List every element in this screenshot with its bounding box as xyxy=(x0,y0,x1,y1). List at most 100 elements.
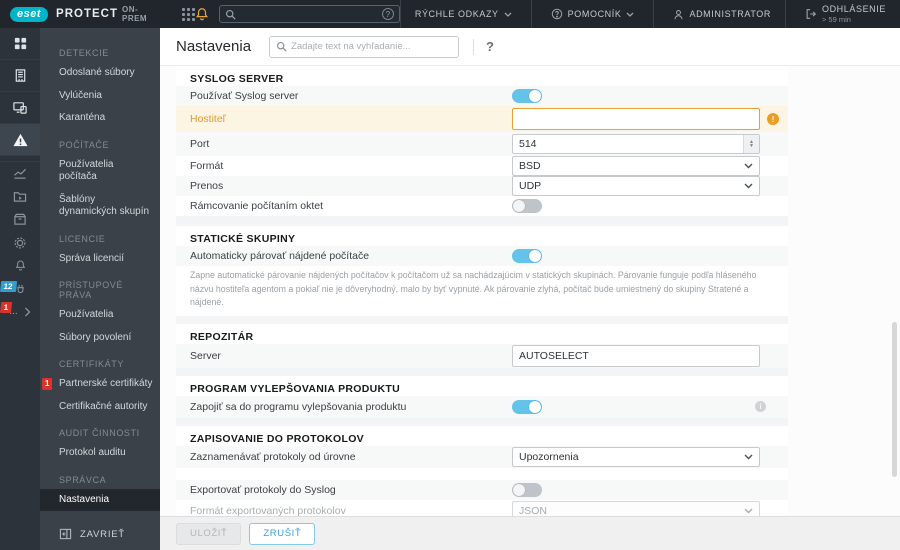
settings-search xyxy=(269,35,460,58)
sidebar-item-odoslan-s-bory[interactable]: Odoslané súbory xyxy=(40,62,160,85)
rail-detections-icon[interactable] xyxy=(0,124,40,156)
top-bar: eset PROTECT ON-PREM ? RÝCHLE ODKAZY POM… xyxy=(0,0,900,28)
rail-reports-icon[interactable] xyxy=(0,162,40,185)
use-syslog-toggle[interactable] xyxy=(512,89,542,103)
setting-label: Prenos xyxy=(190,180,224,192)
sidebar-section-title: DETEKCIE xyxy=(59,48,109,58)
setting-label: Formát xyxy=(190,160,224,172)
help-menu[interactable]: POMOCNÍK xyxy=(530,0,654,28)
setting-label: Používať Syslog server xyxy=(190,90,299,102)
rail-status-overview-icon[interactable]: 12 xyxy=(0,277,40,300)
logout-button[interactable]: ODHLÁSENIE > 59 min xyxy=(784,0,900,28)
help-circle-icon xyxy=(551,8,562,20)
setting-row-auto-pair: Automaticky párovať nájdené počítače xyxy=(176,246,788,266)
format-select[interactable]: BSD xyxy=(512,156,760,176)
save-button[interactable]: ULOŽIŤ xyxy=(176,522,242,545)
section-title: SYSLOG SERVER xyxy=(190,73,284,85)
brand-logo: eset PROTECT ON-PREM xyxy=(10,5,156,23)
global-search: ? xyxy=(218,5,400,23)
sidebar-item-nastavenia[interactable]: Nastavenia xyxy=(40,488,160,511)
rail-tasks-icon[interactable] xyxy=(0,185,40,208)
sidebar-section-title: AUDIT ČINNOSTI xyxy=(59,428,140,438)
host-input[interactable] xyxy=(512,108,760,130)
sidebar-nav: DETEKCIE Odoslané súbory Vylúčenia Karantén… xyxy=(40,38,160,511)
page-header: Nastavenia ? xyxy=(160,28,900,66)
number-stepper[interactable]: ▲ ▼ xyxy=(743,135,759,153)
sidebar-item--abl-ny-dynamick-ch-skup-n[interactable]: Šablóny dynamických skupín xyxy=(40,189,160,224)
auto-pair-toggle[interactable] xyxy=(512,249,542,263)
rail-computers-icon[interactable] xyxy=(0,92,40,124)
sidebar-section-title: LICENCIE xyxy=(59,233,106,244)
rail-more-button[interactable]: 1 ... xyxy=(0,300,40,323)
info-icon[interactable]: i xyxy=(755,401,766,413)
quick-links-menu[interactable]: RÝCHLE ODKAZY xyxy=(399,0,531,28)
settings-search-input[interactable] xyxy=(291,41,453,52)
search-icon xyxy=(277,41,287,52)
page-help-icon[interactable]: ? xyxy=(486,39,494,54)
setting-label: Server xyxy=(190,349,221,362)
setting-label: Port xyxy=(190,138,210,150)
sidebar-item-partnersk-certifik-ty[interactable]: Partnerské certifikáty 1 xyxy=(40,373,160,396)
product-name: PROTECT xyxy=(56,8,118,20)
global-search-input[interactable] xyxy=(235,8,382,20)
sidebar-item-vyl-enia[interactable]: Vylúčenia xyxy=(40,85,160,108)
sidebar-item-pou-vatelia-po-ta-a[interactable]: Používatelia počítača xyxy=(40,154,160,189)
search-help-icon[interactable]: ? xyxy=(381,8,394,20)
export-syslog-toggle[interactable] xyxy=(512,482,542,497)
repository-server-input[interactable] xyxy=(512,344,760,367)
export-format-select: JSON xyxy=(512,500,760,516)
product-edition: ON-PREM xyxy=(121,5,148,23)
setting-row-transport: Prenos UDP xyxy=(176,176,788,196)
port-input[interactable] xyxy=(512,134,760,154)
vertical-scrollbar-thumb[interactable] xyxy=(892,322,897,477)
setting-row-export-format: Formát exportovaných protokolov JSON xyxy=(176,500,788,516)
join-program-toggle[interactable] xyxy=(512,399,542,414)
setting-row-host: Hostiteľ ! xyxy=(176,106,788,132)
sidebar-item-pou-vatelia[interactable]: Používatelia xyxy=(40,304,160,327)
setting-label: Zaznamenávať protokoly od úrovne xyxy=(190,450,356,463)
sidebar-submenu: DETEKCIE Odoslané súbory Vylúčenia Karantén… xyxy=(40,28,160,550)
icon-rail: 12 1 ... xyxy=(0,28,40,550)
validation-warning-icon: ! xyxy=(767,113,779,125)
sidebar-item-protokol-auditu[interactable]: Protokol auditu xyxy=(40,442,160,465)
more-badge: 1 xyxy=(0,302,13,313)
section-repository: REPOZITÁR Server xyxy=(176,323,788,368)
transport-select[interactable]: UDP xyxy=(512,176,760,196)
sidebar-item-certifika-n-autority[interactable]: Certifikačné autority xyxy=(40,396,160,419)
sidebar-item-spr-va-licenci-[interactable]: Správa licencií xyxy=(40,248,160,271)
logout-timer: > 59 min xyxy=(821,14,851,24)
setting-row-join-program: Zapojiť sa do programu vylepšovania prod… xyxy=(176,395,788,418)
section-syslog-server: SYSLOG SERVER Používať Syslog server Hos… xyxy=(176,66,788,216)
framing-toggle[interactable] xyxy=(512,199,542,213)
notifications-bell-icon[interactable] xyxy=(195,7,209,21)
section-logging: ZAPISOVANIE DO PROTOKOLOV Zaznamenávať p… xyxy=(176,425,788,516)
user-icon xyxy=(674,9,684,19)
rail-dashboard-icon[interactable] xyxy=(0,28,40,60)
sidebar-item-s-bory-povolen-[interactable]: Súbory povolení xyxy=(40,327,160,350)
status-badge: 12 xyxy=(0,281,18,292)
chevron-down-icon xyxy=(744,183,753,189)
rail-installers-icon[interactable] xyxy=(0,208,40,231)
search-icon xyxy=(225,9,236,20)
rail-organization-icon[interactable] xyxy=(0,60,40,92)
setting-description: Zapne automatické párovanie nájdených po… xyxy=(190,270,757,308)
chevron-down-icon xyxy=(744,508,753,514)
rail-alerts-bell-icon[interactable] xyxy=(0,254,40,277)
setting-label: Automaticky párovať nájdené počítače xyxy=(190,250,370,262)
chevron-right-icon xyxy=(24,307,31,316)
app-grid-icon[interactable] xyxy=(181,7,195,21)
setting-label: Exportovať protokoly do Syslog xyxy=(190,483,336,496)
collapse-sidebar-button[interactable]: ZAVRIEŤ xyxy=(40,518,160,550)
sidebar-section-title: POČÍTAČE xyxy=(59,139,110,150)
setting-row-port: Port ▲▼ xyxy=(176,132,788,156)
sidebar-item-karant-na[interactable]: Karanténa xyxy=(40,107,160,130)
sidebar-section-title: CERTIFIKÁTY xyxy=(59,359,124,369)
user-menu[interactable]: ADMINISTRATOR xyxy=(653,0,784,28)
cancel-button[interactable]: ZRUŠIŤ xyxy=(249,522,316,545)
log-level-select[interactable]: Upozornenia xyxy=(512,446,760,467)
setting-row-use-syslog: Používať Syslog server xyxy=(176,86,788,106)
setting-row-format: Formát BSD xyxy=(176,156,788,176)
section-title: STATICKÉ SKUPINY xyxy=(190,233,296,245)
rail-policies-icon[interactable] xyxy=(0,231,40,254)
setting-label: Zapojiť sa do programu vylepšovania prod… xyxy=(190,400,407,413)
